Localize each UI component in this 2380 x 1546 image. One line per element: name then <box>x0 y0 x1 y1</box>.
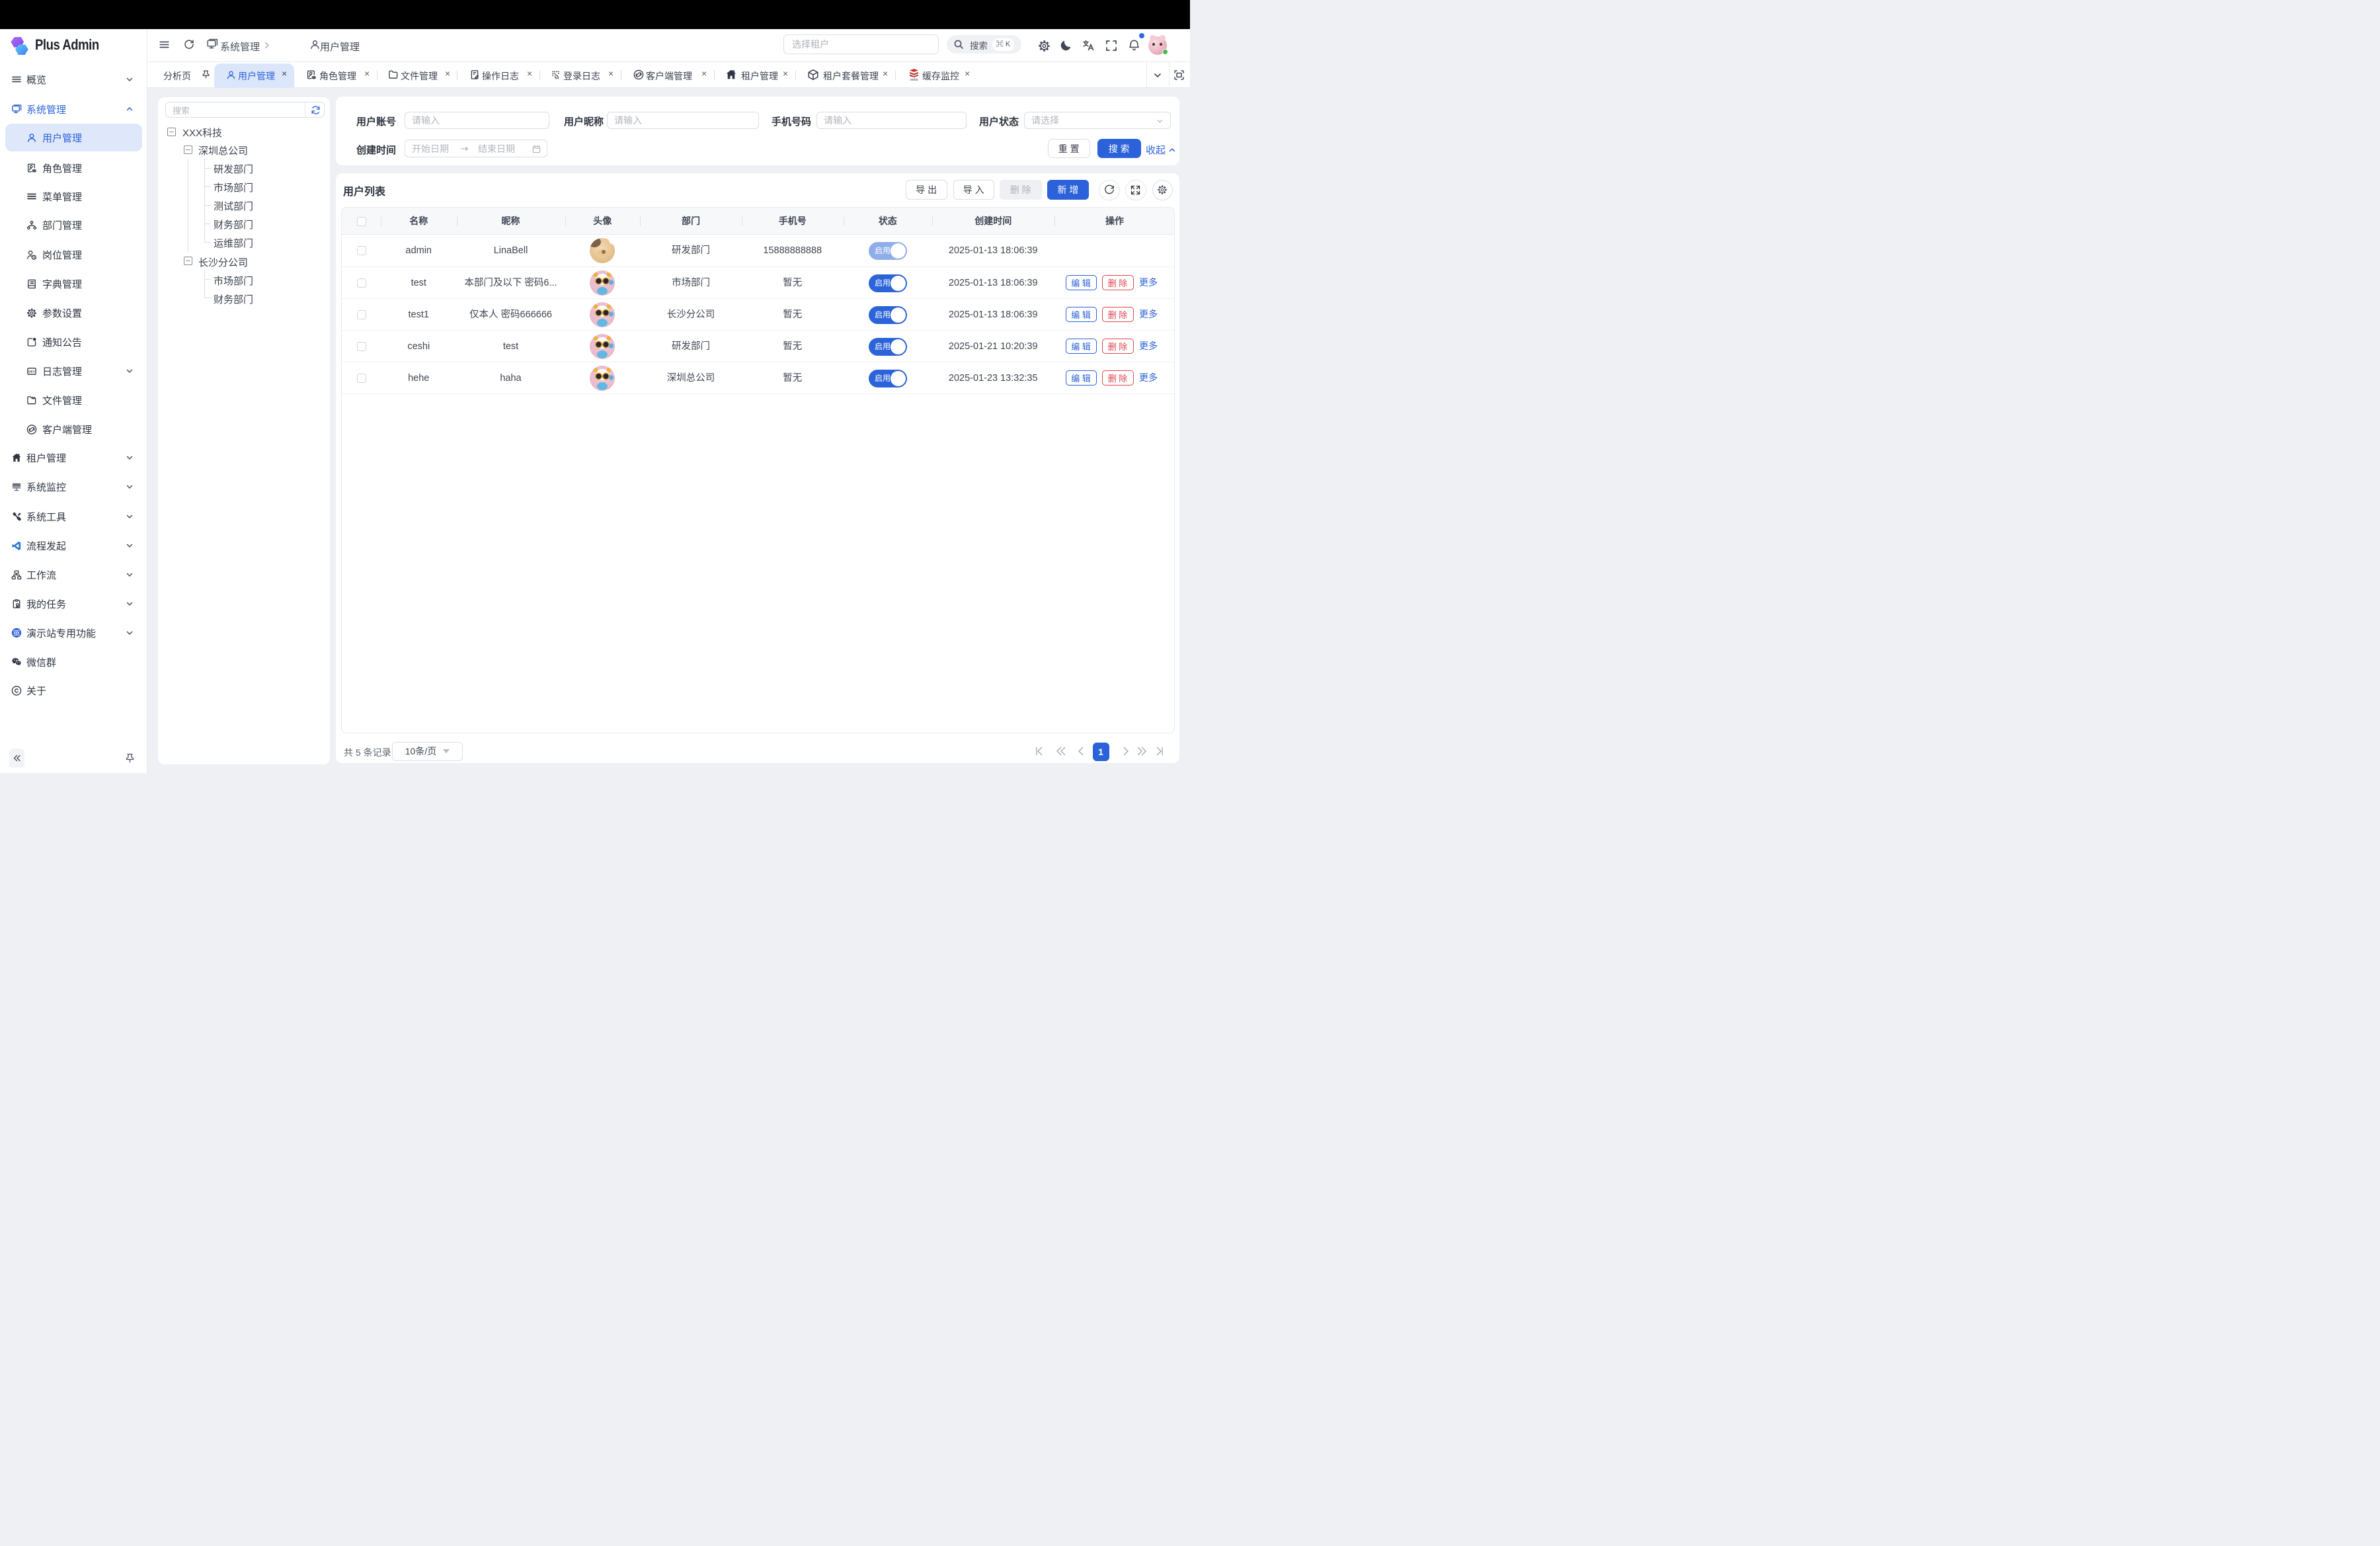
svg-text:redis: redis <box>910 78 918 81</box>
svg-text:DEV: DEV <box>28 370 36 373</box>
